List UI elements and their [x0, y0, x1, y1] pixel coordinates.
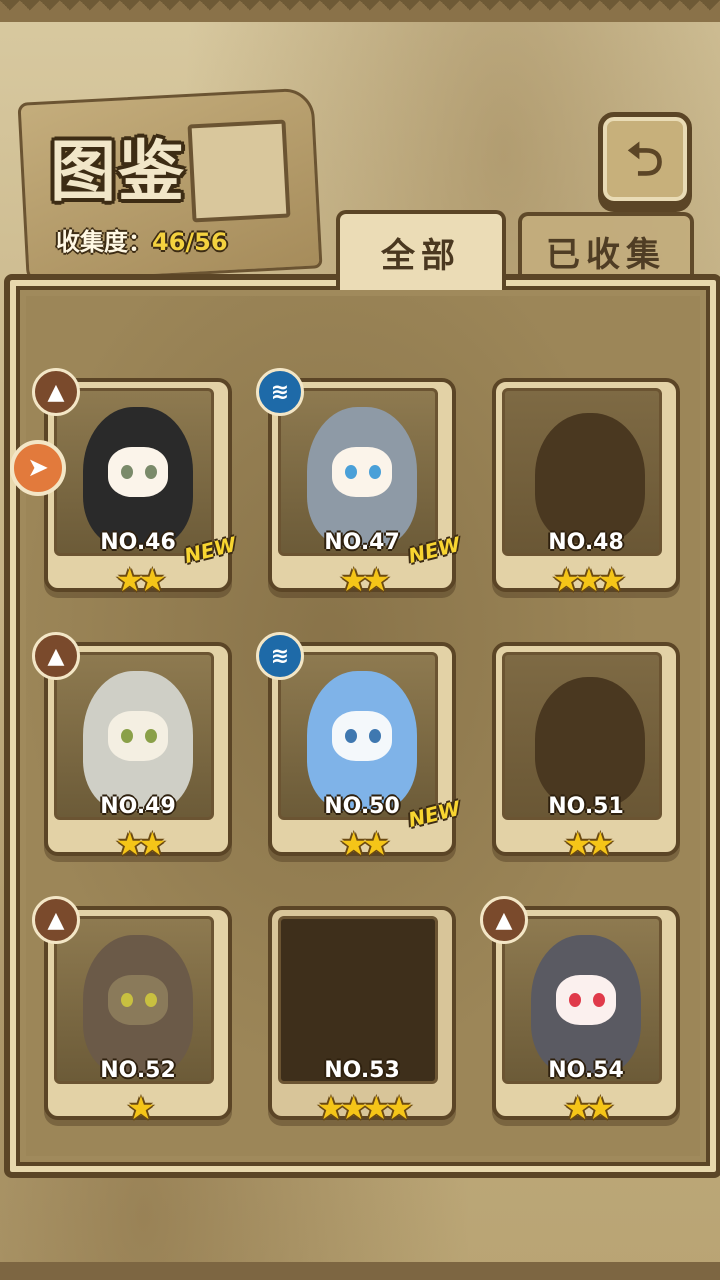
character-face [332, 711, 392, 761]
locked-silhouette [535, 413, 645, 543]
character-portrait [83, 671, 193, 811]
character-eye [569, 993, 581, 1007]
character-portrait [307, 407, 417, 547]
earth-type-icon: ▲ [32, 368, 80, 416]
monster-card[interactable]: NO.47 ★★ NEW ≋ [256, 368, 463, 596]
collection-label: 收集度： [56, 228, 152, 256]
star-rating: ★★★★ [316, 1089, 414, 1127]
star-rating: ★★ [115, 825, 166, 863]
character-portrait [83, 935, 193, 1075]
monster-card[interactable]: NO.54 ★★ ▲ [480, 896, 680, 1124]
character-eye [593, 993, 605, 1007]
character-eye [145, 993, 157, 1007]
page-title: 图鉴 [50, 132, 186, 210]
monster-card[interactable]: NO.49 ★★ ▲ [32, 632, 232, 860]
character-eye [345, 729, 357, 743]
top-border [0, 0, 720, 22]
character-face [108, 711, 168, 761]
bottom-border [0, 1262, 720, 1280]
card-number: NO.53 [324, 1058, 400, 1083]
card-number: NO.54 [548, 1058, 624, 1083]
card-number: NO.49 [100, 794, 176, 819]
character-eye [369, 465, 381, 479]
monster-card[interactable]: NO.50 ★★ NEW ≋ [256, 632, 463, 860]
collection-value: 46/56 [152, 228, 228, 256]
back-button[interactable]: ⮌ [598, 112, 692, 206]
character-eye [121, 729, 133, 743]
star-rating: ★★ [339, 561, 390, 599]
monster-card[interactable]: NO.48 ★★★ [492, 378, 680, 596]
monster-card[interactable]: NO.51 ★★ [492, 642, 680, 860]
navigate-arrow-icon[interactable]: ➤ [10, 440, 66, 496]
character-portrait [83, 407, 193, 547]
star-rating: ★★ [115, 561, 166, 599]
star-rating: ★★ [563, 1089, 614, 1127]
star-rating: ★★ [339, 825, 390, 863]
earth-type-icon: ▲ [480, 896, 528, 944]
star-rating: ★★★ [551, 561, 626, 599]
tab-all[interactable]: 全部 [336, 210, 506, 290]
character-face [556, 975, 616, 1025]
character-eye [145, 729, 157, 743]
card-number: NO.48 [548, 530, 624, 555]
card-number: NO.51 [548, 794, 624, 819]
monster-card[interactable]: NO.53 ★★★★ [268, 906, 456, 1124]
monster-card[interactable]: NO.46 ★★ NEW ▲ [32, 368, 239, 596]
collection-progress: 收集度：46/56 [56, 222, 228, 257]
character-portrait [531, 935, 641, 1075]
character-eye [369, 729, 381, 743]
card-number: NO.52 [100, 1058, 176, 1083]
character-face [108, 975, 168, 1025]
character-eye [345, 465, 357, 479]
water-type-icon: ≋ [256, 632, 304, 680]
book-page-icon [187, 119, 291, 223]
locked-silhouette [535, 677, 645, 807]
earth-type-icon: ▲ [32, 896, 80, 944]
star-rating: ★★ [563, 825, 614, 863]
character-eye [121, 993, 133, 1007]
water-type-icon: ≋ [256, 368, 304, 416]
monster-card[interactable]: NO.52 ★ ▲ [32, 896, 232, 1124]
character-eye [145, 465, 157, 479]
character-eye [121, 465, 133, 479]
character-portrait [307, 671, 417, 811]
star-rating: ★ [126, 1089, 156, 1127]
character-face [332, 447, 392, 497]
character-face [108, 447, 168, 497]
return-arrow-icon: ⮌ [626, 132, 664, 186]
earth-type-icon: ▲ [32, 632, 80, 680]
